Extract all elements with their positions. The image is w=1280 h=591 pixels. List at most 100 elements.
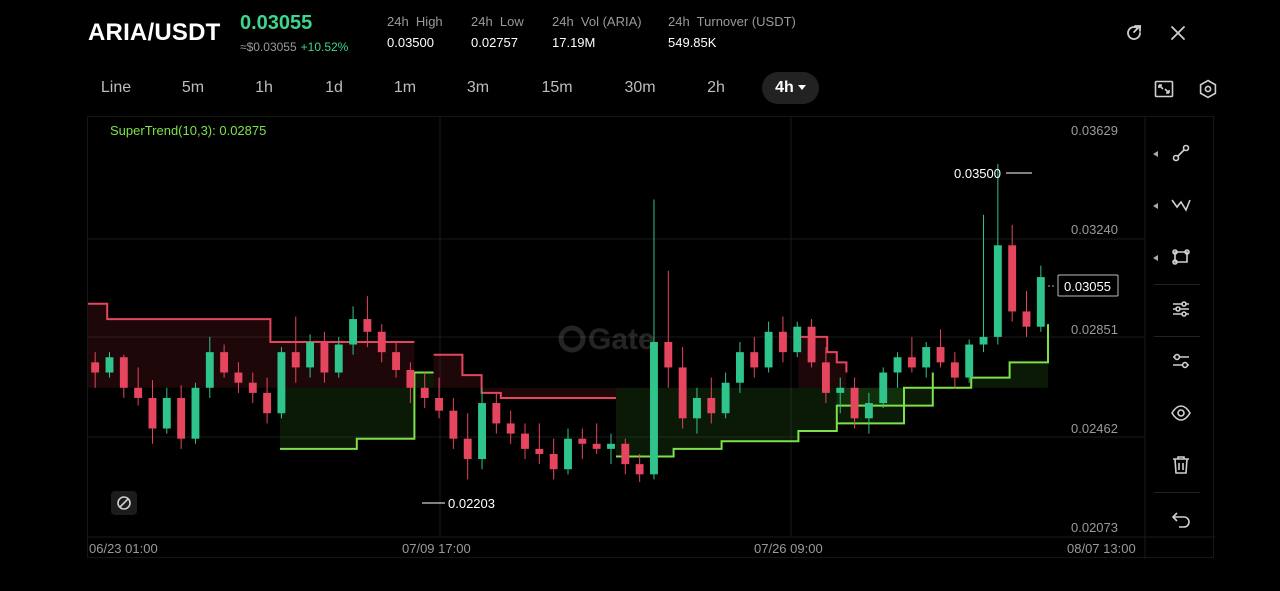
tf-2h[interactable]: 2h	[697, 72, 735, 104]
indicator-settings-tool[interactable]	[1150, 290, 1202, 330]
candle-body	[965, 344, 974, 378]
tf-3m[interactable]: 3m	[459, 72, 497, 104]
candle	[793, 321, 802, 358]
y-tick: 0.02462	[1071, 421, 1118, 436]
price-usd-line: ≈$0.03055 +10.52%	[240, 40, 348, 54]
trading-pair[interactable]: ARIA/USDT	[88, 19, 220, 47]
candle-body	[707, 397, 716, 414]
candle-body	[950, 362, 959, 378]
candle-body	[377, 331, 386, 353]
tf-30m[interactable]: 30m	[617, 72, 663, 104]
y-tick: 0.03629	[1071, 123, 1118, 138]
y-tick: 0.02073	[1071, 520, 1118, 535]
candle-body	[277, 352, 286, 414]
toolbar-divider	[1154, 336, 1200, 337]
candle	[191, 382, 200, 444]
candle-body	[778, 331, 787, 353]
timeframe-bar: Line 5m 1h 1d 1m 3m 15m 30m 2h 4h	[0, 72, 1280, 106]
tf-5m[interactable]: 5m	[173, 72, 213, 104]
candle-body	[836, 387, 845, 393]
candle	[119, 354, 128, 398]
trend-line-icon	[1172, 144, 1190, 162]
candle-body	[979, 336, 988, 345]
candle-body	[693, 397, 701, 419]
stat-24h-high: 24h High 0.03500	[387, 14, 443, 50]
candle-body	[263, 392, 272, 414]
high-marker: 0.03500	[954, 166, 1032, 181]
pattern-tool[interactable]	[1150, 186, 1202, 226]
close-icon[interactable]	[1167, 22, 1189, 44]
candle-body	[1008, 245, 1017, 312]
x-axis: 06/23 01:00 07/09 17:00 07/26 09:00 08/0…	[89, 541, 1136, 556]
chart-settings-tool[interactable]	[1150, 342, 1202, 382]
candle-body	[793, 326, 802, 353]
tf-1m[interactable]: 1m	[386, 72, 424, 104]
candle-body	[406, 369, 415, 388]
share-icon[interactable]	[1123, 22, 1145, 44]
candle-body	[549, 453, 558, 470]
candle-body	[220, 352, 229, 373]
trend-line-tool[interactable]	[1150, 134, 1202, 174]
last-price-tag: 0.03055	[1048, 274, 1119, 297]
candle-body	[334, 344, 343, 373]
candle-body	[91, 362, 100, 373]
high-marker-label: 0.03500	[954, 166, 1001, 181]
candle-body	[535, 448, 544, 454]
candle-body	[850, 387, 859, 419]
shape-tool[interactable]	[1150, 238, 1202, 278]
price-change: +10.52%	[300, 40, 349, 54]
expand-arrow-icon	[1153, 255, 1158, 261]
candle-body	[449, 410, 458, 439]
candle	[621, 438, 630, 475]
visibility-icon	[1171, 405, 1191, 421]
pattern-tool-icon	[1171, 199, 1191, 212]
stat-label: 24h Vol (ARIA)	[552, 14, 642, 29]
tf-line[interactable]: Line	[93, 72, 139, 104]
candle-body	[478, 403, 486, 460]
candle	[893, 352, 902, 388]
candle-body	[205, 352, 214, 388]
candlestick-chart[interactable]: Gate 0.03500 0.02203 SuperTrend(10,3): 0…	[87, 116, 1215, 559]
candle	[607, 433, 615, 465]
candle	[907, 336, 916, 373]
candle	[778, 316, 787, 363]
tf-active-label: 4h	[775, 79, 794, 96]
stat-label: 24h High	[387, 14, 443, 29]
stat-label: 24h Turnover (USDT)	[668, 14, 796, 29]
tf-4h-dropdown[interactable]: 4h	[762, 72, 819, 104]
candle-body	[807, 326, 816, 363]
delete-tool[interactable]	[1150, 446, 1202, 486]
candle-body	[435, 397, 443, 411]
candle-body	[1036, 277, 1045, 327]
candle	[277, 347, 286, 419]
candle-body	[821, 362, 830, 393]
indicator-settings-icon	[1173, 301, 1189, 317]
tf-1h[interactable]: 1h	[246, 72, 282, 104]
undo-tool[interactable]	[1150, 500, 1202, 540]
candle-body	[721, 382, 730, 414]
candle	[363, 296, 372, 348]
watermark-text: Gate	[588, 323, 655, 356]
candle-body	[320, 341, 329, 373]
supertrend-down-fill	[433, 354, 616, 398]
candle-body	[578, 438, 587, 444]
visibility-tool[interactable]	[1150, 394, 1202, 434]
settings-icon[interactable]	[1197, 78, 1219, 100]
fullscreen-icon[interactable]	[1153, 78, 1175, 100]
supertrend-label[interactable]: SuperTrend(10,3): 0.02875	[110, 123, 266, 138]
stat-label: 24h Low	[471, 14, 524, 29]
candle	[965, 339, 974, 383]
candle-body	[564, 438, 572, 470]
x-tick: 08/07 13:00	[1067, 541, 1136, 556]
tf-15m[interactable]: 15m	[534, 72, 580, 104]
stat-24h-turnover: 24h Turnover (USDT) 549.85K	[668, 14, 796, 50]
tf-1d[interactable]: 1d	[316, 72, 352, 104]
candle-body	[177, 397, 186, 439]
candle-body	[521, 433, 529, 449]
x-tick: 07/09 17:00	[402, 541, 471, 556]
candle	[535, 423, 544, 465]
candle	[678, 347, 687, 429]
magnet-icon[interactable]	[111, 491, 137, 515]
candle-body	[736, 352, 744, 383]
candle	[177, 385, 186, 449]
